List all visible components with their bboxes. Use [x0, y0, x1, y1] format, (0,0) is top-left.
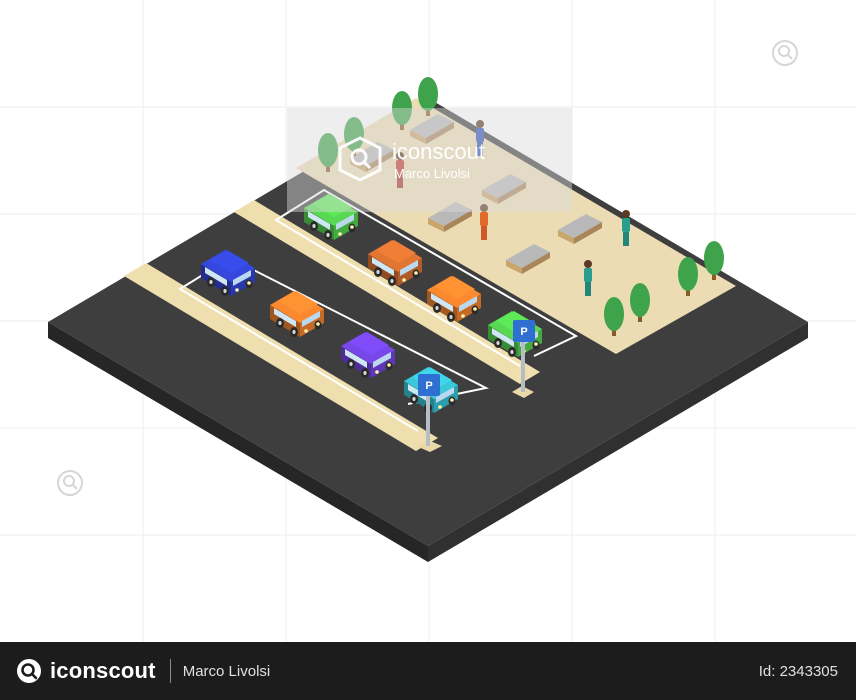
footer-brand[interactable]: iconscout [16, 658, 156, 684]
isometric-parking-illustration: P P iconscout Marco Livolsi [0, 0, 856, 642]
footer-bar: iconscout Marco Livolsi Id: 2343305 [0, 642, 856, 700]
parking-sign-letter: P [520, 326, 527, 338]
footer-divider [169, 659, 171, 683]
parking-sign-letter: P [425, 380, 432, 392]
footer-author: Marco Livolsi [182, 662, 271, 680]
watermark-author: Marco Livolsi [394, 166, 470, 181]
small-watermark-icon-top-right [772, 40, 798, 66]
footer-brand-text: iconscout [50, 658, 156, 683]
watermark-brand: iconscout [392, 139, 485, 164]
iconscout-logo-icon [17, 659, 41, 683]
footer-asset-id: Id: 2343305 [758, 662, 838, 680]
center-watermark: iconscout Marco Livolsi [287, 108, 572, 212]
small-watermark-icon-left [57, 470, 83, 496]
